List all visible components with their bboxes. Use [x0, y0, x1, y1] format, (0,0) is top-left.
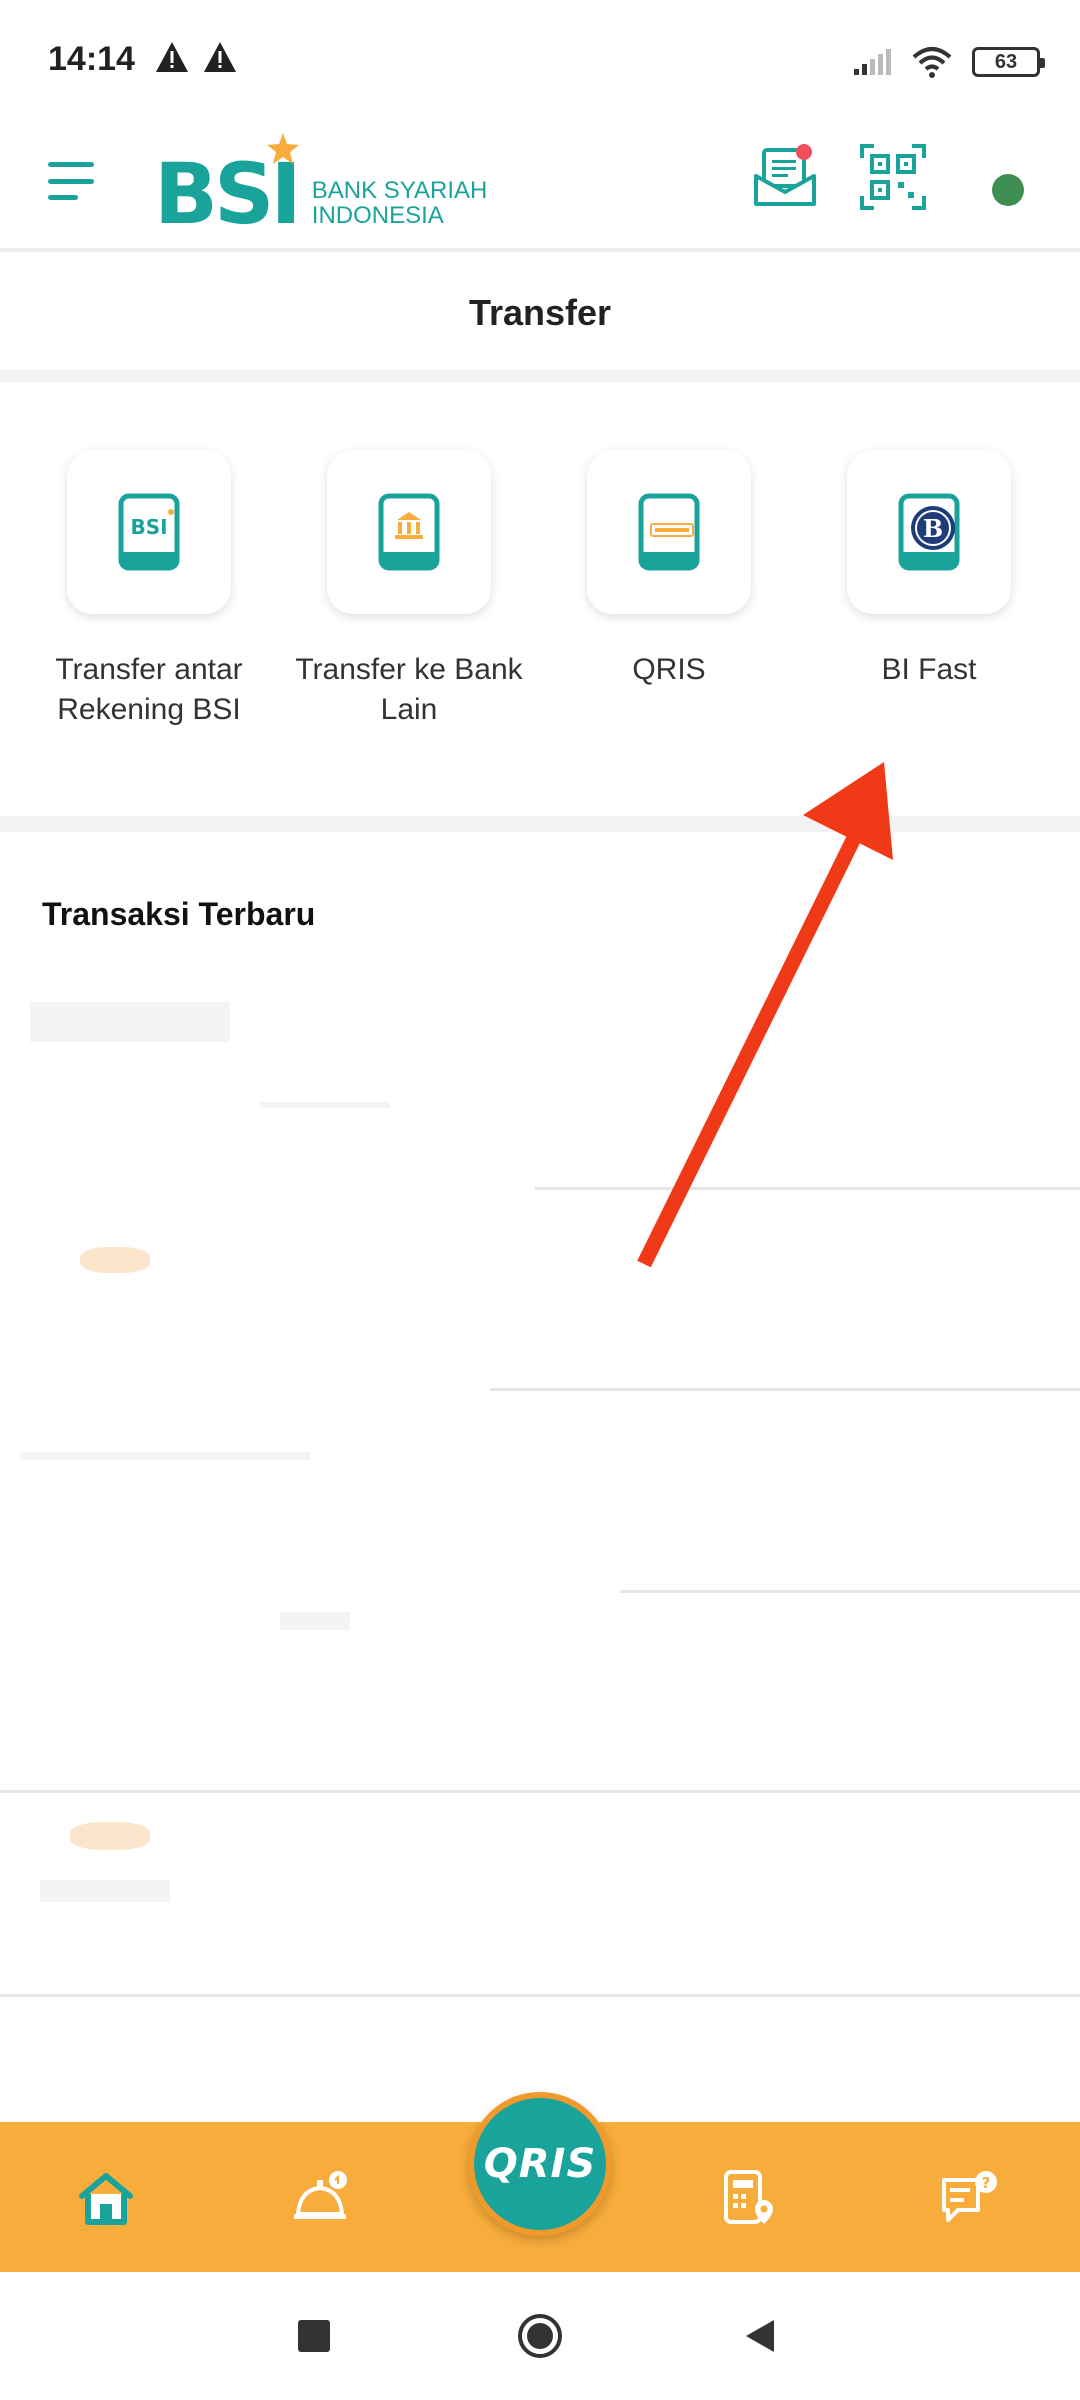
- nav-help[interactable]: ?: [930, 2158, 1010, 2238]
- location-icon: [724, 2170, 773, 2224]
- app-header: BSI BANK SYARIAH INDONESIA: [0, 120, 1080, 252]
- system-navigation-bar: [0, 2272, 1080, 2400]
- svg-text:?: ?: [982, 2174, 991, 2192]
- warning-icon: [156, 42, 188, 72]
- menu-icon[interactable]: [48, 154, 102, 208]
- bsi-transfer-icon: BSI: [118, 493, 180, 571]
- circle-icon: [518, 2314, 562, 2358]
- qr-code-icon[interactable]: [858, 142, 928, 212]
- status-time: 14:14: [48, 40, 135, 78]
- transfer-menu: BSI Transfer antar Rekening BSI Transfer…: [0, 382, 1080, 832]
- recents-button[interactable]: [290, 2312, 338, 2360]
- nav-home[interactable]: [66, 2158, 146, 2238]
- warning-icon: [204, 42, 236, 72]
- transaction-divider: [535, 1187, 1080, 1190]
- battery-indicator: 63: [972, 47, 1045, 77]
- transfer-option-card[interactable]: [587, 450, 751, 614]
- transaction-divider: [620, 1590, 1080, 1593]
- transaction-divider: [0, 1994, 1080, 1997]
- service-bell-icon: [294, 2171, 347, 2219]
- page-title: Transfer: [468, 292, 612, 333]
- redacted-avatar: [80, 1247, 150, 1273]
- wifi-icon: [912, 47, 952, 78]
- transfer-option-label: Transfer ke Bank Lain: [295, 653, 523, 726]
- bsi-logo: BSI BANK SYARIAH INDONESIA: [154, 133, 488, 236]
- logo-subtitle: BANK SYARIAH INDONESIA: [311, 176, 488, 229]
- recent-transactions: Transaksi Terbaru: [0, 832, 1080, 2122]
- svg-text:B: B: [923, 514, 943, 543]
- transfer-option-card[interactable]: [327, 450, 491, 614]
- redacted-row: [30, 1002, 230, 1042]
- redacted-row: [40, 1880, 170, 1902]
- logo-star-icon: [267, 133, 299, 164]
- svg-text:BSI: BSI: [130, 515, 167, 539]
- square-icon: [298, 2320, 330, 2352]
- chat-help-icon: ?: [942, 2171, 997, 2222]
- bank-transfer-icon: [378, 493, 440, 571]
- transaction-divider: [490, 1388, 1080, 1391]
- transfer-option-bi-fast[interactable]: B BI Fast: [799, 450, 1059, 690]
- signal-icon: [854, 49, 891, 75]
- nav-location[interactable]: [708, 2158, 788, 2238]
- redacted-row: [260, 1102, 390, 1108]
- transfer-option-label: Transfer antar Rekening BSI: [55, 653, 243, 726]
- transfer-option-card[interactable]: B: [847, 450, 1011, 614]
- qris-icon: [638, 493, 700, 571]
- redacted-row: [20, 1452, 310, 1460]
- bi-fast-icon: B: [898, 493, 960, 571]
- home-button[interactable]: [516, 2312, 564, 2360]
- profile-status-dot[interactable]: [992, 174, 1024, 206]
- transfer-option-label: BI Fast: [881, 653, 977, 686]
- back-button[interactable]: [736, 2312, 784, 2360]
- transfer-option-label: QRIS: [632, 653, 706, 686]
- qris-button-label: QRIS: [483, 2141, 597, 2187]
- recent-transactions-title: Transaksi Terbaru: [42, 896, 316, 932]
- transfer-option-other-bank[interactable]: Transfer ke Bank Lain: [279, 450, 539, 730]
- status-icons: 63: [852, 42, 1045, 82]
- inbox-icon[interactable]: [750, 142, 820, 212]
- redacted-avatar: [70, 1822, 150, 1850]
- transfer-option-bsi[interactable]: BSI Transfer antar Rekening BSI: [19, 450, 279, 730]
- status-bar: 14:14 63: [0, 0, 1080, 120]
- back-triangle-icon: [746, 2320, 774, 2352]
- transaction-divider: [0, 1790, 1080, 1793]
- home-icon: [79, 2173, 133, 2225]
- transfer-option-card[interactable]: BSI: [67, 450, 231, 614]
- transfer-option-qris[interactable]: QRIS: [539, 450, 799, 690]
- redacted-row: [280, 1612, 350, 1630]
- nav-services[interactable]: [280, 2158, 360, 2238]
- page-title-bar: Transfer: [0, 256, 1080, 382]
- qris-button[interactable]: QRIS: [468, 2092, 612, 2236]
